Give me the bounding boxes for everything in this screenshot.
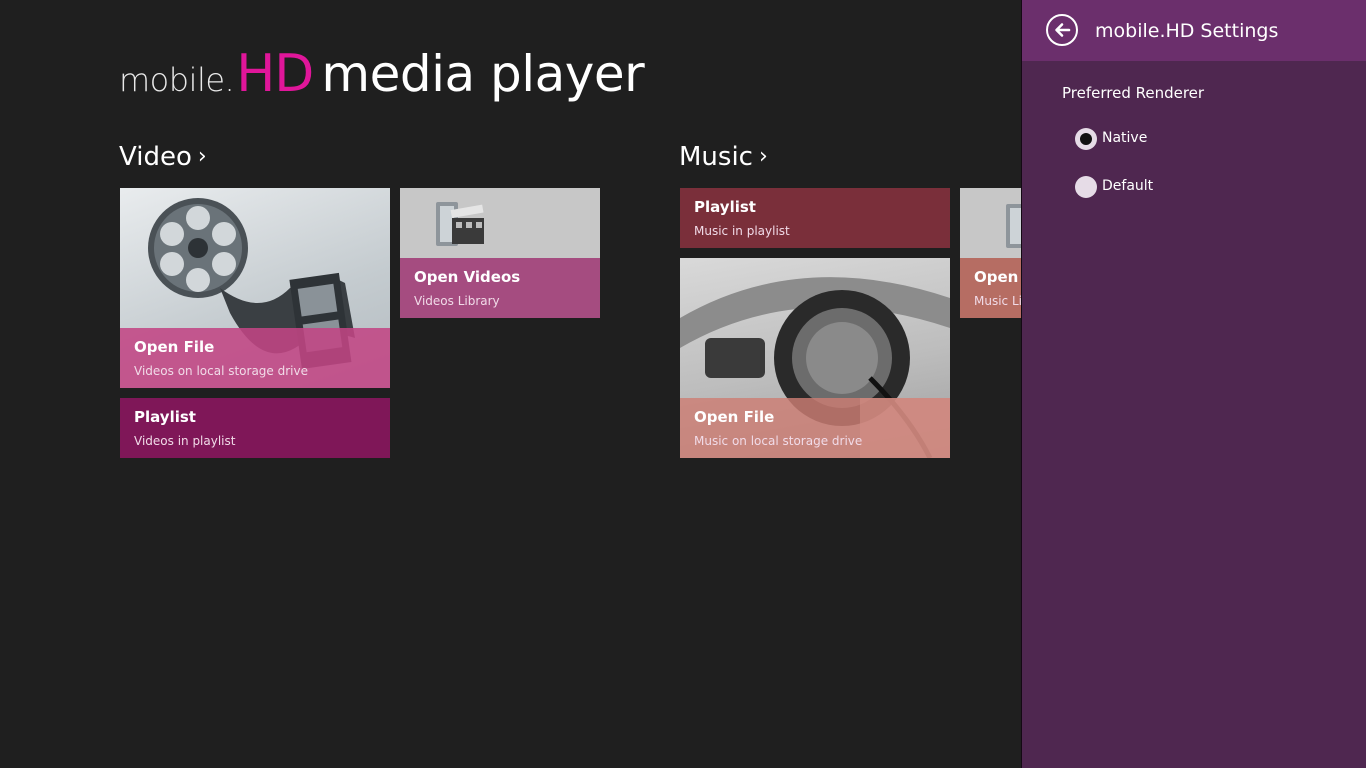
tile-title: Open File: [694, 408, 775, 426]
video-library-icon: [436, 202, 484, 246]
radio-circle[interactable]: [1075, 128, 1097, 150]
tile-subtitle: Videos in playlist: [134, 434, 236, 448]
back-button[interactable]: [1046, 14, 1078, 46]
video-playlist-tile[interactable]: Playlist Videos in playlist: [120, 398, 390, 458]
tile-caption-band: Open Videos Videos Library: [400, 258, 600, 318]
settings-header: mobile.HD Settings: [1022, 0, 1366, 61]
tile-title: Playlist: [694, 198, 756, 216]
tile-title: Open Videos: [414, 268, 521, 286]
open-file-video-tile[interactable]: Open File Videos on local storage drive: [120, 188, 390, 388]
open-videos-tile[interactable]: Open Videos Videos Library: [400, 188, 600, 318]
radio-label: Default: [1102, 178, 1154, 194]
chevron-right-icon: ›: [197, 144, 207, 169]
app-title-mobile: mobile.: [119, 61, 235, 99]
music-playlist-tile[interactable]: Playlist Music in playlist: [680, 188, 950, 248]
chevron-right-icon: ›: [758, 144, 768, 169]
open-file-music-tile[interactable]: Open File Music on local storage drive: [680, 258, 950, 458]
music-section-heading[interactable]: Music ›: [679, 142, 768, 172]
settings-pane: mobile.HD Settings Preferred Renderer Na…: [1021, 0, 1366, 768]
tile-caption-band: Playlist Music in playlist: [680, 188, 950, 248]
tile-subtitle: Music on local storage drive: [694, 434, 863, 448]
radio-label: Native: [1102, 130, 1148, 146]
app-title-media-player: media player: [321, 45, 645, 103]
tile-title: Playlist: [134, 408, 196, 426]
tile-title: Open File: [134, 338, 215, 356]
tile-caption-band: Open File Music on local storage drive: [680, 398, 950, 458]
radio-circle[interactable]: [1075, 176, 1097, 198]
tile-subtitle: Music in playlist: [694, 224, 790, 238]
back-arrow-icon: [1055, 23, 1071, 37]
tile-subtitle: Videos on local storage drive: [134, 364, 308, 378]
radio-selected-dot: [1080, 133, 1092, 145]
video-section-heading[interactable]: Video ›: [119, 142, 207, 172]
tile-subtitle: Videos Library: [414, 294, 500, 308]
video-heading-label: Video: [119, 142, 192, 172]
settings-title: mobile.HD Settings: [1095, 20, 1279, 42]
music-heading-label: Music: [679, 142, 753, 172]
tile-caption-band: Playlist Videos in playlist: [120, 398, 390, 458]
preferred-renderer-label: Preferred Renderer: [1062, 84, 1205, 102]
tile-caption-band: Open File Videos on local storage drive: [120, 328, 390, 388]
app-title-hd: HD: [236, 44, 314, 104]
app-title: mobile.HD media player: [119, 44, 645, 114]
